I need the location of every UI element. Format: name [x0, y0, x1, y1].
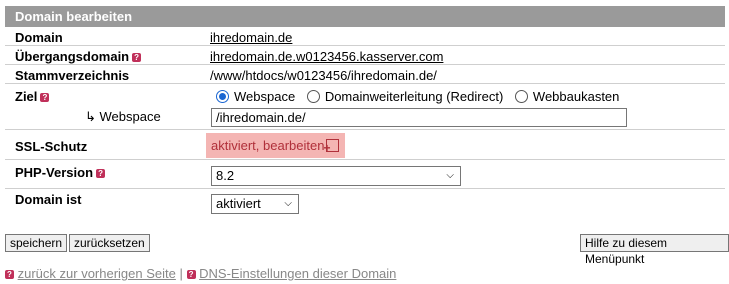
- row-target: Ziel? Webspace Domainweiterleitung (Redi…: [5, 84, 725, 106]
- row-domain: Domain ihredomain.de: [5, 27, 725, 46]
- radio-icon[interactable]: [306, 90, 320, 103]
- chevron-down-icon: ⌵: [446, 170, 454, 181]
- add-icon: [323, 136, 340, 161]
- domain-status-select[interactable]: aktiviert ⌵: [211, 194, 299, 214]
- domain-label: Domain: [15, 30, 63, 45]
- domain-link[interactable]: ihredomain.de: [210, 30, 292, 45]
- save-button[interactable]: speichern: [5, 234, 68, 252]
- row-domain-status: Domain ist aktiviert ⌵: [5, 189, 725, 215]
- help-icon[interactable]: ?: [40, 93, 50, 102]
- target-radio-group: Webspace Domainweiterleitung (Redirect) …: [216, 89, 627, 104]
- domain-edit-panel: Domain bearbeiten Domain ihredomain.de Ü…: [5, 6, 725, 215]
- row-webspace-path: ↳ Webspace /ihredomain.de/: [5, 106, 725, 130]
- row-php: PHP-Version? 8.2 ⌵: [5, 160, 725, 189]
- webspace-path-label: ↳ Webspace: [85, 109, 161, 124]
- transition-domain-label: Übergangsdomain: [15, 49, 130, 64]
- radio-redirect[interactable]: Domainweiterleitung (Redirect): [306, 89, 503, 104]
- dns-settings-link[interactable]: DNS-Einstellungen dieser Domain: [199, 266, 396, 281]
- ssl-status-link[interactable]: aktiviert, bearbeiten: [206, 133, 345, 161]
- dns-icon: ?: [186, 270, 196, 279]
- webspace-path-input[interactable]: /ihredomain.de/: [211, 108, 627, 127]
- transition-domain-link[interactable]: ihredomain.de.w0123456.kasserver.com: [210, 49, 443, 64]
- footer-separator: |: [179, 266, 183, 281]
- radio-checked-icon[interactable]: [216, 90, 229, 103]
- back-link[interactable]: zurück zur vorherigen Seite: [18, 266, 176, 281]
- radio-webspace[interactable]: Webspace: [216, 89, 295, 104]
- row-transition-domain: Übergangsdomain? ihredomain.de.w0123456.…: [5, 46, 725, 65]
- back-icon: ?: [5, 270, 14, 279]
- ssl-status-text: aktiviert, bearbeiten: [211, 138, 325, 153]
- root-dir-value: /www/htdocs/w0123456/ihredomain.de/: [210, 68, 437, 83]
- ssl-label: SSL-Schutz: [15, 139, 88, 154]
- php-version-label: PHP-Version: [15, 165, 94, 180]
- php-version-select[interactable]: 8.2 ⌵: [211, 166, 461, 186]
- row-root-dir: Stammverzeichnis /www/htdocs/w0123456/ih…: [5, 65, 725, 84]
- help-icon[interactable]: ?: [96, 169, 106, 178]
- reset-button[interactable]: zurücksetzen: [69, 234, 150, 252]
- target-label: Ziel: [15, 89, 38, 104]
- panel-title: Domain bearbeiten: [5, 6, 725, 27]
- domain-status-label: Domain ist: [15, 192, 82, 207]
- footer-links: ? zurück zur vorherigen Seite | ? DNS-Ei…: [5, 266, 396, 281]
- radio-icon[interactable]: [514, 90, 528, 103]
- help-button[interactable]: Hilfe zu diesem Menüpunkt: [580, 234, 729, 266]
- root-dir-label: Stammverzeichnis: [15, 68, 130, 83]
- row-ssl: SSL-Schutz aktiviert, bearbeiten: [5, 130, 725, 161]
- radio-webbaukasten[interactable]: Webbaukasten: [514, 89, 619, 104]
- chevron-down-icon: ⌵: [284, 198, 292, 209]
- help-icon[interactable]: ?: [132, 53, 142, 62]
